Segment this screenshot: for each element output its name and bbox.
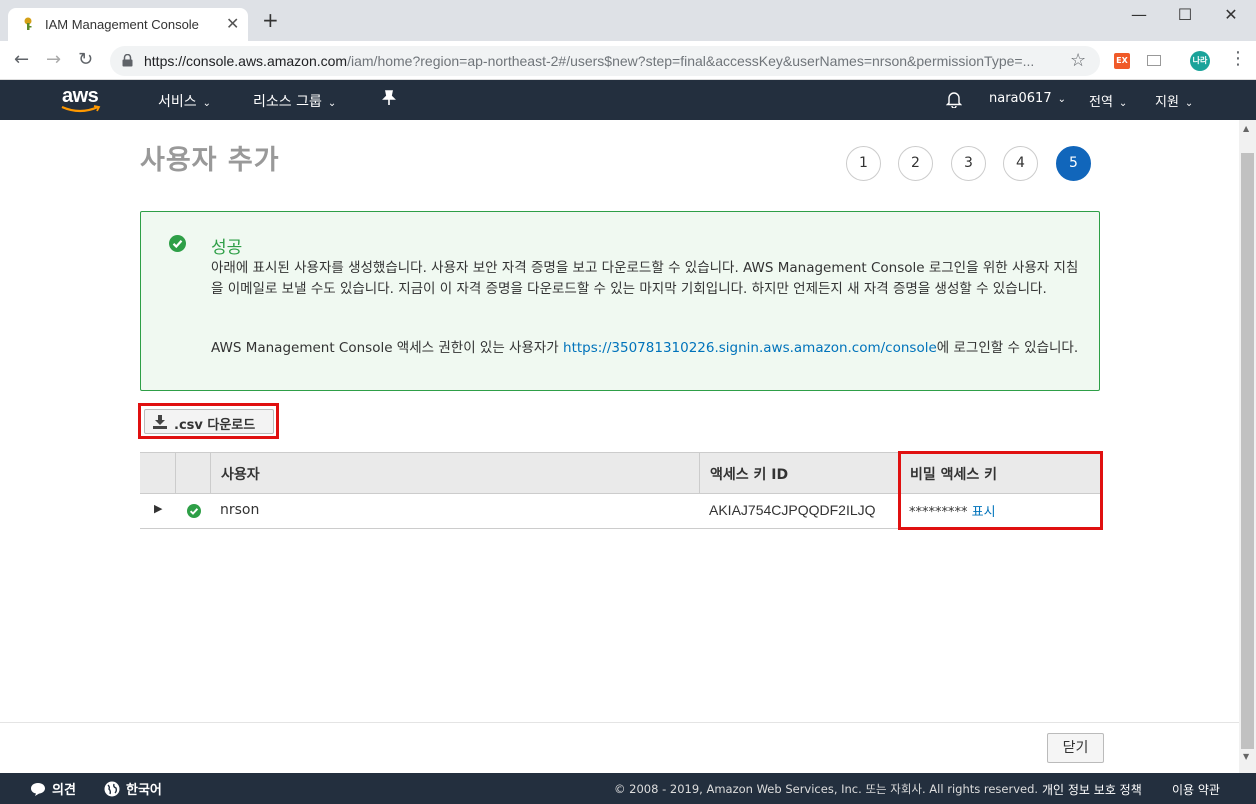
chevron-down-icon: ⌄ bbox=[202, 98, 212, 109]
header-access-key-id[interactable]: 액세스 키 ID bbox=[699, 453, 899, 494]
browser-tab-bar: IAM Management Console ✕ + — ☐ ✕ bbox=[0, 0, 1256, 41]
address-bar[interactable]: https://console.aws.amazon.com/iam/home?… bbox=[110, 46, 1100, 76]
access-key-id-cell: AKIAJ754CJPQQDF2ILJQ bbox=[709, 502, 876, 518]
account-menu[interactable]: nara0617 ⌄ bbox=[989, 91, 1066, 106]
new-tab-icon[interactable]: + bbox=[262, 10, 279, 30]
profile-avatar[interactable]: 나라 bbox=[1190, 51, 1210, 71]
aws-logo[interactable]: aws bbox=[61, 85, 101, 113]
ex-extension-icon[interactable]: EX bbox=[1114, 53, 1130, 69]
chevron-down-icon: ⌄ bbox=[1057, 94, 1066, 105]
window-extension-icon[interactable] bbox=[1147, 55, 1161, 66]
globe-icon bbox=[104, 781, 120, 797]
scroll-down-icon[interactable]: ▼ bbox=[1243, 752, 1249, 761]
feedback-link[interactable]: 의견 bbox=[30, 779, 76, 798]
reload-icon[interactable]: ↻ bbox=[78, 50, 93, 70]
check-circle-icon bbox=[187, 504, 201, 518]
footer-divider bbox=[0, 722, 1239, 723]
chevron-down-icon: ⌄ bbox=[1184, 98, 1194, 109]
speech-bubble-icon bbox=[31, 783, 45, 796]
aws-smile-icon bbox=[61, 105, 101, 113]
alert-login-message: AWS Management Console 액세스 권한이 있는 사용자가 h… bbox=[211, 340, 1079, 356]
browser-toolbar: ← → ↻ https://console.aws.amazon.com/iam… bbox=[0, 41, 1256, 80]
scroll-thumb[interactable] bbox=[1241, 153, 1254, 749]
step-5-active[interactable]: 5 bbox=[1056, 146, 1091, 181]
region-menu[interactable]: 전역 ⌄ bbox=[1089, 91, 1127, 110]
copyright-text: © 2008 - 2019, Amazon Web Services, Inc.… bbox=[614, 782, 1039, 796]
minimize-icon[interactable]: — bbox=[1116, 5, 1162, 24]
back-icon[interactable]: ← bbox=[14, 50, 29, 70]
header-expand-col bbox=[140, 453, 175, 494]
browser-menu-icon[interactable]: ⋮ bbox=[1229, 49, 1247, 69]
step-4[interactable]: 4 bbox=[1003, 146, 1038, 181]
expand-row-icon[interactable]: ▶ bbox=[154, 502, 162, 515]
resource-groups-menu[interactable]: 리소스 그룹 ⌄ bbox=[253, 91, 336, 111]
user-name-cell: nrson bbox=[220, 502, 260, 518]
download-icon bbox=[153, 415, 167, 429]
header-status-col bbox=[175, 453, 210, 494]
browser-tab[interactable]: IAM Management Console ✕ bbox=[8, 8, 248, 41]
alert-message: 아래에 표시된 사용자를 생성했습니다. 사용자 보안 자격 증명을 보고 다운… bbox=[211, 260, 1079, 297]
privacy-policy-link[interactable]: 개인 정보 보호 정책 bbox=[1042, 781, 1142, 798]
header-user[interactable]: 사용자 bbox=[210, 453, 699, 494]
tab-close-icon[interactable]: ✕ bbox=[226, 14, 239, 33]
alert-title: 성공 bbox=[211, 238, 243, 258]
success-alert: 성공 아래에 표시된 사용자를 생성했습니다. 사용자 보안 자격 증명을 보고… bbox=[140, 211, 1100, 391]
close-button[interactable]: 닫기 bbox=[1047, 733, 1104, 763]
forward-icon[interactable]: → bbox=[46, 50, 61, 70]
secret-key-highlight-box bbox=[898, 451, 1103, 530]
maximize-icon[interactable]: ☐ bbox=[1162, 5, 1208, 24]
window-close-icon[interactable]: ✕ bbox=[1208, 5, 1254, 24]
step-1[interactable]: 1 bbox=[846, 146, 881, 181]
bookmark-star-icon[interactable]: ☆ bbox=[1070, 50, 1086, 71]
lock-icon bbox=[122, 54, 133, 67]
notification-bell-icon[interactable] bbox=[945, 90, 963, 112]
console-signin-link[interactable]: https://350781310226.signin.aws.amazon.c… bbox=[563, 340, 937, 356]
language-selector[interactable]: 한국어 bbox=[104, 779, 162, 798]
step-2[interactable]: 2 bbox=[898, 146, 933, 181]
aws-top-nav: aws 서비스 ⌄ 리소스 그룹 ⌄ nara0617 ⌄ 전역 ⌄ 지원 ⌄ bbox=[0, 80, 1256, 120]
aws-footer-bar: 의견 한국어 © 2008 - 2019, Amazon Web Service… bbox=[0, 773, 1256, 804]
services-menu[interactable]: 서비스 ⌄ bbox=[158, 91, 211, 111]
download-csv-button[interactable]: .csv 다운로드 bbox=[144, 409, 274, 434]
page-title: 사용자 추가 bbox=[140, 145, 280, 176]
download-csv-label: .csv 다운로드 bbox=[174, 418, 256, 433]
support-menu[interactable]: 지원 ⌄ bbox=[1155, 91, 1193, 110]
vertical-scrollbar[interactable]: ▲ ▼ bbox=[1239, 120, 1256, 773]
key-icon bbox=[24, 17, 32, 30]
terms-of-use-link[interactable]: 이용 약관 bbox=[1172, 781, 1220, 798]
pin-icon[interactable] bbox=[382, 90, 396, 110]
chevron-down-icon: ⌄ bbox=[1118, 98, 1128, 109]
scroll-up-icon[interactable]: ▲ bbox=[1243, 124, 1249, 133]
chevron-down-icon: ⌄ bbox=[327, 98, 337, 109]
url-text: https://console.aws.amazon.com/iam/home?… bbox=[144, 53, 1035, 69]
step-3[interactable]: 3 bbox=[951, 146, 986, 181]
tab-title: IAM Management Console bbox=[45, 17, 199, 32]
check-circle-icon bbox=[169, 235, 186, 252]
